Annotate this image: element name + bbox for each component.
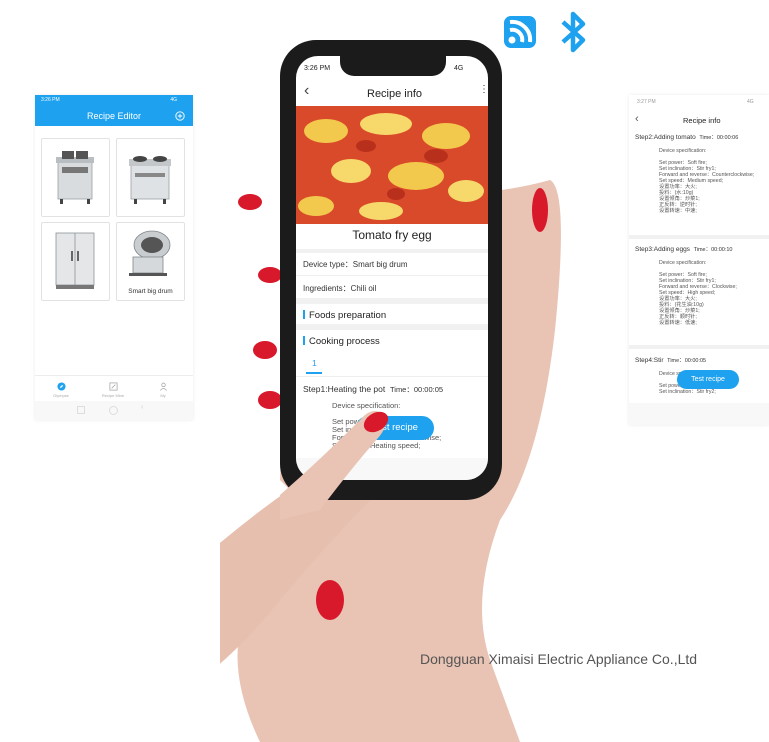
cooking-process-header: Cooking process <box>303 336 380 347</box>
card-label: Smart big drum <box>128 288 173 295</box>
recents-icon[interactable] <box>77 406 85 414</box>
fryer-image <box>56 151 94 204</box>
dish-name: Tomato fry egg <box>352 228 432 242</box>
phone-notch <box>340 54 446 76</box>
system-nav-bar: ‹ <box>35 401 193 420</box>
edit-icon <box>108 382 118 391</box>
app-bar: Recipe Editor <box>35 106 193 126</box>
nav-recipe[interactable]: Recipe Mine <box>93 382 133 398</box>
device-card[interactable] <box>41 222 110 301</box>
ingredients: Ingredients：Chili oil <box>303 284 377 293</box>
tab-indicator <box>306 372 322 374</box>
status-signal: 4G <box>170 97 177 103</box>
step-header: Step2:Adding tomato Time：00:00:06 <box>635 134 739 141</box>
nav-my[interactable]: My <box>143 382 183 398</box>
status-signal: 4G <box>454 65 464 72</box>
status-time: 3:26 PM <box>304 65 331 72</box>
nav-home[interactable]: Glympse <box>41 382 81 398</box>
status-signal: 4G <box>747 99 754 105</box>
device-card[interactable] <box>116 138 185 217</box>
drum-cooker-image <box>129 230 171 276</box>
step-tab-1[interactable]: 1 <box>312 358 317 368</box>
compass-icon <box>56 382 66 391</box>
dish-photo <box>296 106 488 224</box>
plus-circle-icon[interactable] <box>175 111 185 121</box>
status-bar: 3:26 PM 4G <box>35 95 193 106</box>
wifi-icon <box>504 16 536 48</box>
company-name: Dongguan Ximaisi Electric Appliance Co.,… <box>420 651 698 667</box>
step-header: Step1:Heating the pot Time：00:00:05 <box>303 384 444 394</box>
page-title: Recipe Editor <box>86 111 142 121</box>
stove-image <box>129 156 171 204</box>
page-title: Recipe info <box>367 88 423 100</box>
status-time: 3:27 PM <box>637 99 656 105</box>
device-type: Device type：Smart big drum <box>303 260 408 269</box>
device-card-smart-big-drum[interactable]: Smart big drum <box>116 222 185 301</box>
status-time: 3:26 PM <box>41 97 60 103</box>
recipe-editor-screen: 3:26 PM 4G Recipe Editor Smart big drum … <box>35 95 193 420</box>
pointing-finger <box>280 411 389 520</box>
device-card[interactable] <box>41 138 110 217</box>
steamer-cabinet-image <box>55 232 95 289</box>
home-icon[interactable] <box>109 406 118 415</box>
page-title: Recipe info <box>683 116 721 125</box>
back-icon[interactable]: ‹ <box>304 82 309 100</box>
back-icon[interactable]: ‹ <box>635 113 639 125</box>
bluetooth-icon <box>561 11 586 53</box>
back-icon[interactable]: ‹ <box>141 404 143 411</box>
user-icon <box>159 382 167 391</box>
step-spec-label: Device specification: <box>659 148 707 154</box>
more-vertical-icon[interactable]: ⋮ <box>479 84 488 95</box>
foods-preparation-header[interactable]: Foods preparation <box>303 310 386 321</box>
